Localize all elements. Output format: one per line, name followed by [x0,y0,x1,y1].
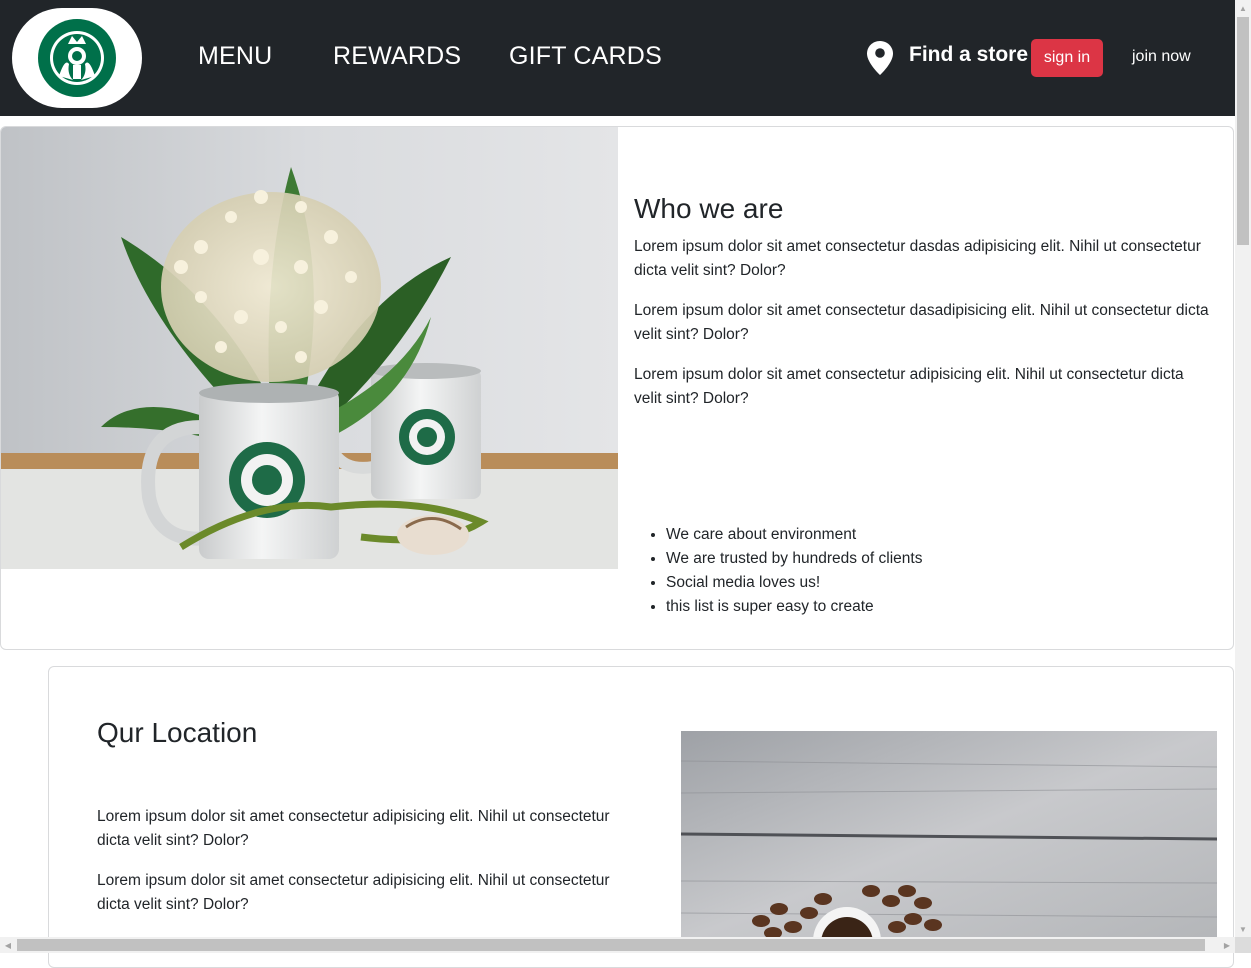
features-list: We care about environment We are trusted… [634,523,922,619]
vertical-scroll-thumb[interactable] [1237,17,1249,245]
about-paragraph: Lorem ipsum dolor sit amet consectetur d… [634,302,1209,343]
about-paragraph: Lorem ipsum dolor sit amet consectetur a… [634,366,1184,407]
navbar: MENU REWARDS GIFT CARDS Find a store sig… [0,0,1235,116]
location-text: Lorem ipsum dolor sit amet consectetur a… [97,805,642,933]
location-card: Qur Location Lorem ipsum dolor sit amet … [48,666,1234,968]
location-paragraph: Lorem ipsum dolor sit amet consectetur a… [97,872,610,913]
scroll-right-icon[interactable]: ▶ [1219,937,1235,953]
nav-rewards[interactable]: REWARDS [333,42,461,71]
horizontal-scroll-thumb[interactable] [17,939,1205,951]
location-paragraph: Lorem ipsum dolor sit amet consectetur a… [97,808,610,849]
list-item: Social media loves us! [666,571,922,595]
join-now-link[interactable]: join now [1132,48,1191,66]
horizontal-scrollbar[interactable]: ◀ ▶ [0,937,1235,953]
scrollbar-corner [1235,937,1251,953]
scroll-up-icon[interactable]: ▲ [1235,0,1251,16]
about-text: Who we are Lorem ipsum dolor sit amet co… [634,193,1214,427]
scroll-left-icon[interactable]: ◀ [0,937,16,953]
about-card: Who we are Lorem ipsum dolor sit amet co… [0,126,1234,650]
starbucks-logo[interactable] [12,8,142,108]
coffee-beans-photo [681,731,1217,941]
sign-in-button[interactable]: sign in [1031,39,1103,77]
list-item: We care about environment [666,523,922,547]
list-item: this list is super easy to create [666,595,922,619]
about-paragraph: Lorem ipsum dolor sit amet consectetur d… [634,238,1201,279]
location-pin-icon[interactable] [866,40,894,76]
list-item: We are trusted by hundreds of clients [666,547,922,571]
mugs-flowers-photo [1,127,618,569]
location-heading: Qur Location [97,717,258,748]
scroll-down-icon[interactable]: ▼ [1235,921,1251,937]
nav-menu[interactable]: MENU [198,42,272,71]
about-heading: Who we are [634,193,784,224]
siren-icon [38,19,116,97]
find-store-link[interactable]: Find a store [909,43,1028,67]
vertical-scrollbar[interactable]: ▲ ▼ [1235,0,1251,937]
nav-gift-cards[interactable]: GIFT CARDS [509,42,662,71]
